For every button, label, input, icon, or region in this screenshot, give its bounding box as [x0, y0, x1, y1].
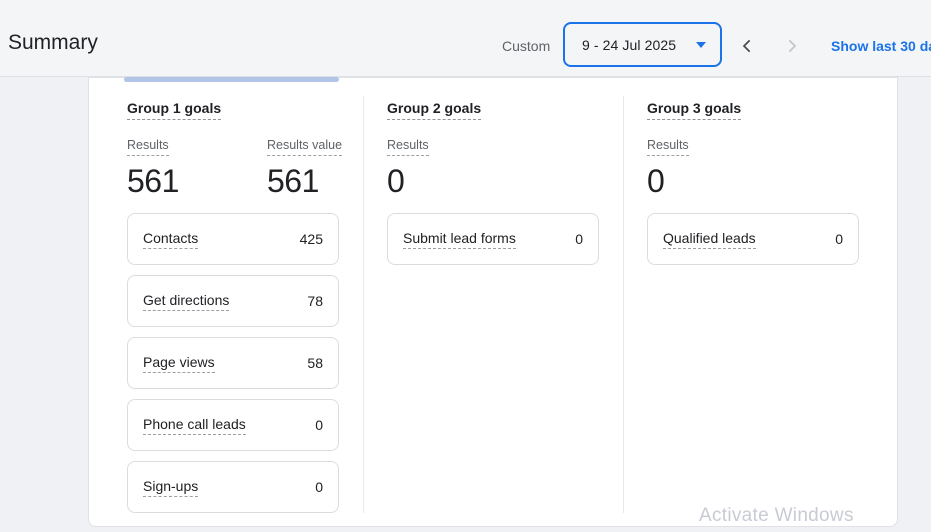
goal-items: Qualified leads 0 [647, 213, 859, 265]
metric-label[interactable]: Results [647, 138, 689, 156]
goal-item-value: 0 [315, 479, 323, 495]
caret-down-icon [696, 42, 706, 48]
goal-item-label[interactable]: Get directions [143, 292, 229, 311]
metric-results: Results 0 [647, 136, 787, 200]
metric-label[interactable]: Results [387, 138, 429, 156]
group-title[interactable]: Group 3 goals [647, 100, 741, 120]
metric-value: 0 [387, 163, 527, 200]
goal-item-value: 0 [575, 231, 583, 247]
date-range-value: 9 - 24 Jul 2025 [582, 37, 676, 53]
goal-item-label[interactable]: Sign-ups [143, 478, 198, 497]
date-range-type-label: Custom [502, 38, 550, 54]
group-title[interactable]: Group 2 goals [387, 100, 481, 120]
group-title[interactable]: Group 1 goals [127, 100, 221, 120]
metric-results: Results 561 [127, 136, 267, 200]
date-range-picker[interactable]: 9 - 24 Jul 2025 [563, 22, 722, 67]
goal-item-label[interactable]: Contacts [143, 230, 198, 249]
goal-item-value: 0 [315, 417, 323, 433]
page-title: Summary [8, 31, 98, 55]
metrics-row: Results 561 Results value 561 [127, 136, 339, 200]
goal-item: Phone call leads 0 [127, 399, 339, 451]
metric-value: 561 [267, 163, 407, 200]
goal-item-value: 58 [307, 355, 323, 371]
goal-item: Page views 58 [127, 337, 339, 389]
metrics-row: Results 0 [647, 136, 859, 200]
show-last-30-days-link[interactable]: Show last 30 da [831, 38, 931, 54]
goal-item-value: 425 [300, 231, 323, 247]
metric-results-value: Results value 561 [267, 136, 407, 200]
next-period-button[interactable] [783, 36, 803, 56]
column-divider [623, 96, 624, 513]
summary-card: Group 1 goals Results 561 Results value … [88, 77, 898, 527]
summary-page: Summary Custom 9 - 24 Jul 2025 Show last… [0, 0, 931, 532]
horizontal-scroll-thumb[interactable] [124, 77, 339, 82]
metric-label[interactable]: Results value [267, 138, 342, 156]
goal-item-label[interactable]: Page views [143, 354, 215, 373]
metrics-row: Results 0 [387, 136, 599, 200]
goal-item-label[interactable]: Submit lead forms [403, 230, 516, 249]
metric-value: 0 [647, 163, 787, 200]
metric-value: 561 [127, 163, 267, 200]
goal-item: Contacts 425 [127, 213, 339, 265]
goal-item-value: 0 [835, 231, 843, 247]
goal-group-1: Group 1 goals Results 561 Results value … [127, 100, 339, 523]
goal-item: Qualified leads 0 [647, 213, 859, 265]
goal-items: Contacts 425 Get directions 78 Page view… [127, 213, 339, 513]
goal-item-value: 78 [307, 293, 323, 309]
chevron-left-icon [738, 37, 758, 55]
goal-group-3: Group 3 goals Results 0 Qualified leads … [647, 100, 859, 275]
goal-item: Submit lead forms 0 [387, 213, 599, 265]
previous-period-button[interactable] [738, 36, 758, 56]
goal-group-2: Group 2 goals Results 0 Submit lead form… [387, 100, 599, 275]
metric-results: Results 0 [387, 136, 527, 200]
chevron-right-icon [783, 37, 803, 55]
goal-item-label[interactable]: Qualified leads [663, 230, 756, 249]
header-bar: Summary Custom 9 - 24 Jul 2025 Show last… [0, 0, 931, 77]
goal-item-label[interactable]: Phone call leads [143, 416, 246, 435]
metric-label[interactable]: Results [127, 138, 169, 156]
goal-item: Get directions 78 [127, 275, 339, 327]
goal-item: Sign-ups 0 [127, 461, 339, 513]
goal-items: Submit lead forms 0 [387, 213, 599, 265]
activate-windows-watermark: Activate Windows [699, 505, 854, 527]
